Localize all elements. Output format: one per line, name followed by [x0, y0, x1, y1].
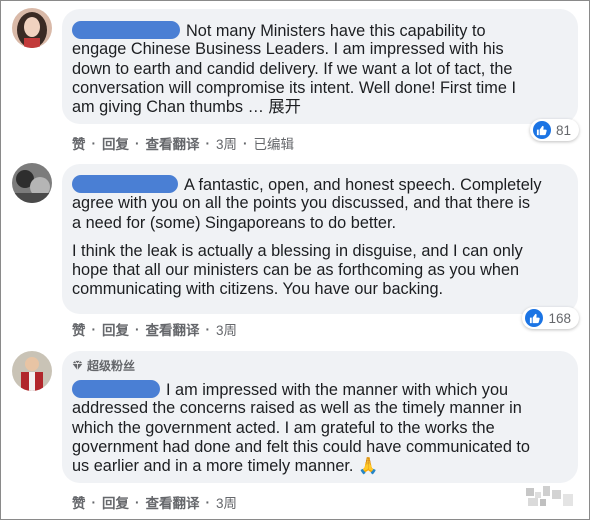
like-button-2[interactable]: 赞: [72, 319, 86, 339]
comment-2-text: A fantastic, open, and honest speech. Co…: [72, 175, 542, 300]
avatar-photo-2: [12, 163, 52, 203]
commenter-3-avatar[interactable]: [12, 351, 52, 391]
comment-3-line-2: addressed the concerns raised as well as…: [72, 399, 522, 418]
comment-3-line-4: government had done and felt this could …: [72, 437, 530, 456]
top-fan-badge: 超级粉丝: [72, 357, 135, 374]
separator-dot: ·: [91, 321, 97, 337]
comment-3-line-3: which the government acted. I am gratefu…: [72, 418, 495, 437]
folded-hands-emoji: 🙏: [357, 457, 379, 476]
reply-button-3[interactable]: 回复: [102, 492, 129, 512]
separator-dot: ·: [135, 135, 140, 151]
comment-3-text: I am impressed with the manner with whic…: [72, 380, 530, 476]
edited-label-1[interactable]: 已编辑: [254, 133, 295, 153]
top-fan-label: 超级粉丝: [87, 359, 136, 373]
timestamp-3[interactable]: 3周: [216, 492, 237, 512]
comment-1-line-4: conversation will compromise its intent.…: [72, 78, 516, 97]
translate-button-1[interactable]: 查看翻译: [146, 133, 200, 153]
expand-link[interactable]: 展开: [268, 98, 301, 116]
reaction-count-2-value: 168: [548, 310, 571, 326]
reply-button-2[interactable]: 回复: [102, 319, 129, 339]
like-reaction-icon: [525, 309, 544, 327]
comment-1-line-1: Not many Ministers have this capability …: [186, 22, 486, 40]
watermark-logo: [526, 486, 573, 506]
comment-1-line-3: down to earth and candid delivery. If we…: [72, 59, 513, 78]
comment-1-bubble: Not many Ministers have this capability …: [62, 9, 579, 141]
separator-dot: ·: [205, 494, 211, 510]
redacted-name-1: [72, 21, 180, 39]
comment-3-bubble: 超级粉丝 I am impressed with the manner with…: [62, 351, 578, 483]
comment-1-line-2: engage Chinese Business Leaders. I am im…: [72, 40, 504, 59]
comment-1-actions: 赞 · 回复 · 查看翻译 · 3周 · 已编辑: [72, 133, 300, 153]
comment-3-actions: 赞 · 回复 · 查看翻译 · 3周: [72, 492, 243, 512]
reaction-count-1-value: 81: [555, 122, 571, 138]
reply-button-1[interactable]: 回复: [102, 133, 129, 153]
timestamp-1[interactable]: 3周: [216, 133, 237, 153]
translate-button-3[interactable]: 查看翻译: [146, 492, 200, 512]
separator-dot: ·: [205, 135, 211, 151]
separator-dot: ·: [205, 321, 211, 337]
timestamp-2[interactable]: 3周: [216, 319, 237, 339]
separator-dot: ·: [91, 494, 97, 510]
comment-1-line-5: am giving Chan thumbs …: [72, 98, 264, 117]
avatar-photo-1: [12, 8, 52, 48]
comment-2-line-3: a need for (some) Singaporeans to do bet…: [72, 213, 397, 232]
comment-2-line-6: communicating with citizens. You have ou…: [72, 280, 444, 299]
diamond-badge-icon: [72, 360, 83, 371]
commenter-1-avatar[interactable]: [12, 8, 52, 48]
comment-2-line-1: A fantastic, open, and honest speech. Co…: [184, 176, 542, 194]
separator-dot: ·: [135, 494, 140, 510]
comment-2-line-2: agree with you on all the points you dis…: [72, 194, 530, 213]
separator-dot: ·: [243, 135, 248, 151]
like-button-1[interactable]: 赞: [72, 133, 86, 153]
separator-dot: ·: [135, 321, 140, 337]
comment-2-actions: 赞 · 回复 · 查看翻译 · 3周: [72, 319, 243, 339]
comment-2-bubble: A fantastic, open, and honest speech. Co…: [62, 164, 579, 329]
like-reaction-icon: [532, 121, 551, 139]
comment-2-line-4: I think the leak is actually a blessing …: [72, 241, 523, 260]
comment-3-line-1: I am impressed with the manner with whic…: [166, 381, 509, 399]
separator-dot: ·: [91, 135, 97, 151]
comment-1-text: Not many Ministers have this capability …: [72, 21, 516, 117]
avatar-photo-3: [12, 351, 52, 391]
like-button-3[interactable]: 赞: [72, 492, 86, 512]
comment-2-line-5: hope that all our ministers can be as fo…: [72, 261, 520, 280]
reaction-count-2[interactable]: 168: [522, 307, 579, 329]
comment-3-line-5: us earlier and in a more timely manner.: [72, 457, 354, 476]
redacted-name-3: [72, 380, 160, 398]
translate-button-2[interactable]: 查看翻译: [146, 319, 200, 339]
redacted-name-2: [72, 175, 178, 193]
commenter-2-avatar[interactable]: [12, 163, 52, 203]
reaction-count-1[interactable]: 81: [529, 119, 579, 141]
